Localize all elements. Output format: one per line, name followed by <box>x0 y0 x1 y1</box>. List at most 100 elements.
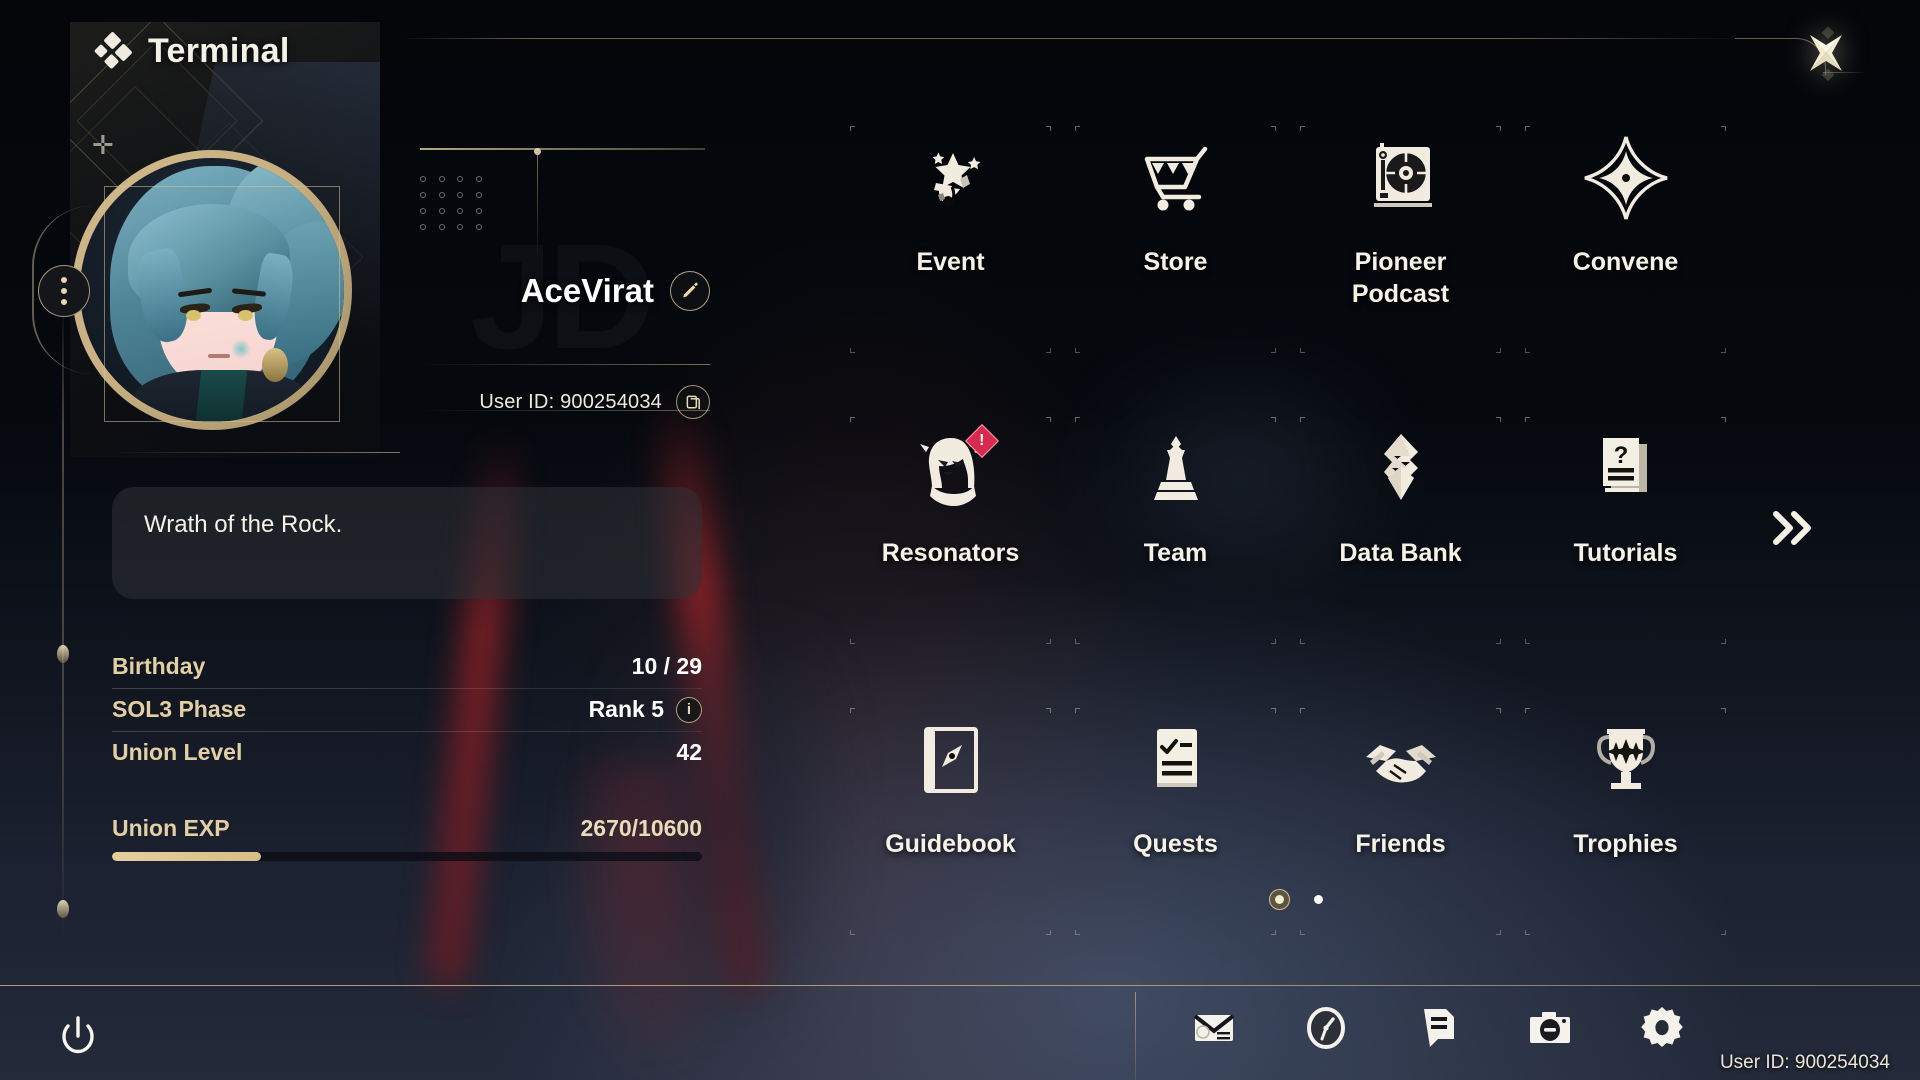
avatar[interactable] <box>32 150 352 430</box>
header-divider <box>400 38 1745 39</box>
menu-item-pioneer-podcast[interactable]: Pioneer Podcast <box>1288 126 1513 353</box>
union-exp-block: Union EXP 2670/10600 <box>112 815 702 861</box>
menu-item-label: Convene <box>1572 248 1679 276</box>
menu-item-label: Guidebook <box>885 830 1016 858</box>
stat-row-union-level: Union Level 42 <box>112 731 702 774</box>
notification-badge-text: ! <box>979 431 985 449</box>
menu-item-quests[interactable]: Quests <box>1063 708 1288 935</box>
union-exp-label: Union EXP <box>112 815 230 841</box>
checklist-icon <box>1133 712 1219 808</box>
union-exp-value: 2670/10600 <box>580 815 702 841</box>
menu-item-event[interactable]: Event <box>838 126 1063 353</box>
avatar-frame-square <box>104 186 340 422</box>
bottom-bar-vertical-divider <box>1135 992 1136 1080</box>
mail-button[interactable] <box>1190 1004 1238 1052</box>
header-bar: Terminal <box>0 0 1920 96</box>
menu-item-label: Event <box>916 248 985 276</box>
compass-clock-button[interactable] <box>1302 1004 1350 1052</box>
player-name: AceVirat <box>520 272 654 309</box>
trophy-icon <box>1583 712 1669 808</box>
chevron-double-right-icon <box>1773 511 1811 545</box>
page-indicator <box>1275 895 1323 904</box>
page-title-group: Terminal <box>93 30 290 71</box>
power-icon <box>62 1016 94 1054</box>
handshake-icon <box>1356 712 1446 808</box>
notes-icon <box>1424 1009 1454 1047</box>
menu-item-label: Team <box>1143 539 1208 567</box>
more-options-button[interactable] <box>38 265 90 317</box>
menu-item-resonators[interactable]: ! Resonators <box>838 417 1063 644</box>
rail-gem <box>57 900 69 918</box>
question-pages-icon: ? <box>1583 421 1669 517</box>
close-button[interactable] <box>1794 22 1858 86</box>
settings-button[interactable] <box>1638 1004 1686 1052</box>
next-page-button[interactable] <box>1765 500 1821 556</box>
shopping-cart-icon <box>1133 130 1219 226</box>
turntable-icon <box>1358 130 1444 226</box>
menu-item-team[interactable]: Team <box>1063 417 1288 644</box>
notes-button[interactable] <box>1414 1004 1462 1052</box>
copy-user-id-button[interactable] <box>676 385 710 419</box>
menu-item-convene[interactable]: Convene <box>1513 126 1738 353</box>
menu-item-label: Store <box>1143 248 1208 276</box>
camera-button[interactable] <box>1526 1004 1574 1052</box>
camera-icon <box>1530 1012 1570 1043</box>
uid-divider-bottom <box>420 410 710 411</box>
bottom-user-id: User ID: 900254034 <box>1719 1052 1890 1073</box>
union-exp-progress-bar <box>112 852 702 861</box>
four-point-star-icon <box>1579 130 1673 226</box>
menu-item-label: Data Bank <box>1339 539 1462 567</box>
menu-item-label-l1: Pioneer <box>1354 248 1447 276</box>
menu-item-label: Trophies <box>1573 830 1678 858</box>
power-button[interactable] <box>50 1008 106 1064</box>
edit-name-button[interactable] <box>670 271 710 311</box>
pencil-edit-icon <box>683 282 698 298</box>
menu-item-label: Friends <box>1355 830 1446 858</box>
player-name-row: AceVirat <box>380 268 710 314</box>
compass-book-icon <box>908 712 994 808</box>
menu-item-label-l2: Podcast <box>1351 280 1450 308</box>
menu-item-label: Pioneer Podcast <box>1352 246 1449 310</box>
stat-value-text: 10 / 29 <box>631 653 702 679</box>
user-id-row: User ID: 900254034 <box>380 382 710 422</box>
menu-item-tutorials[interactable]: ? Tutorials <box>1513 417 1738 644</box>
stat-value: Rank 5 i <box>589 696 702 723</box>
menu-item-guidebook[interactable]: Guidebook <box>838 708 1063 935</box>
stat-value-text: Rank 5 <box>588 696 664 722</box>
menu-item-store[interactable]: Store <box>1063 126 1288 353</box>
signature-box[interactable]: Wrath of the Rock. <box>112 487 702 599</box>
stat-value-text: 42 <box>676 739 702 765</box>
settings-gear-icon <box>1641 1007 1683 1047</box>
menu-item-data-bank[interactable]: Data Bank <box>1288 417 1513 644</box>
mail-icon <box>1193 1014 1235 1041</box>
name-divider <box>420 148 705 150</box>
stat-label: Birthday <box>112 653 206 679</box>
info-icon[interactable]: i <box>676 696 702 723</box>
union-exp-progress-fill <box>112 852 261 861</box>
signature-text: Wrath of the Rock. <box>144 511 343 538</box>
page-dot-2[interactable] <box>1314 895 1323 904</box>
stat-value: 42 <box>676 739 702 766</box>
stats-list: Birthday 10 / 29 SOL3 Phase Rank 5 i Uni… <box>112 645 702 774</box>
bottom-bar-divider <box>0 985 1920 986</box>
stat-row-birthday: Birthday 10 / 29 <box>112 645 702 688</box>
profile-panel: JD AceVirat User ID: 900254034 Wrath of … <box>0 0 740 1000</box>
rail-gem <box>57 645 69 663</box>
compass-clock-icon <box>1307 1007 1345 1049</box>
stat-row-sol3-phase: SOL3 Phase Rank 5 i <box>112 688 702 731</box>
uid-divider-top <box>420 364 710 365</box>
page-dot-1[interactable] <box>1275 895 1284 904</box>
stat-value: 10 / 29 <box>632 653 702 680</box>
close-star-icon <box>1810 26 1842 82</box>
menu-item-label: Tutorials <box>1573 539 1678 567</box>
union-exp-header: Union EXP 2670/10600 <box>112 815 702 842</box>
menu-item-trophies[interactable]: Trophies <box>1513 708 1738 935</box>
copy-icon <box>686 395 700 409</box>
stat-label: SOL3 Phase <box>112 696 247 722</box>
data-bank-icon <box>1358 421 1444 517</box>
menu-item-label: Resonators <box>881 539 1020 567</box>
svg-text:?: ? <box>1613 442 1628 469</box>
menu-grid: Event Store Pioneer Podcast Convene ! Re… <box>838 126 1738 935</box>
stat-label: Union Level <box>112 739 243 765</box>
diamond-cluster-icon <box>93 30 133 69</box>
